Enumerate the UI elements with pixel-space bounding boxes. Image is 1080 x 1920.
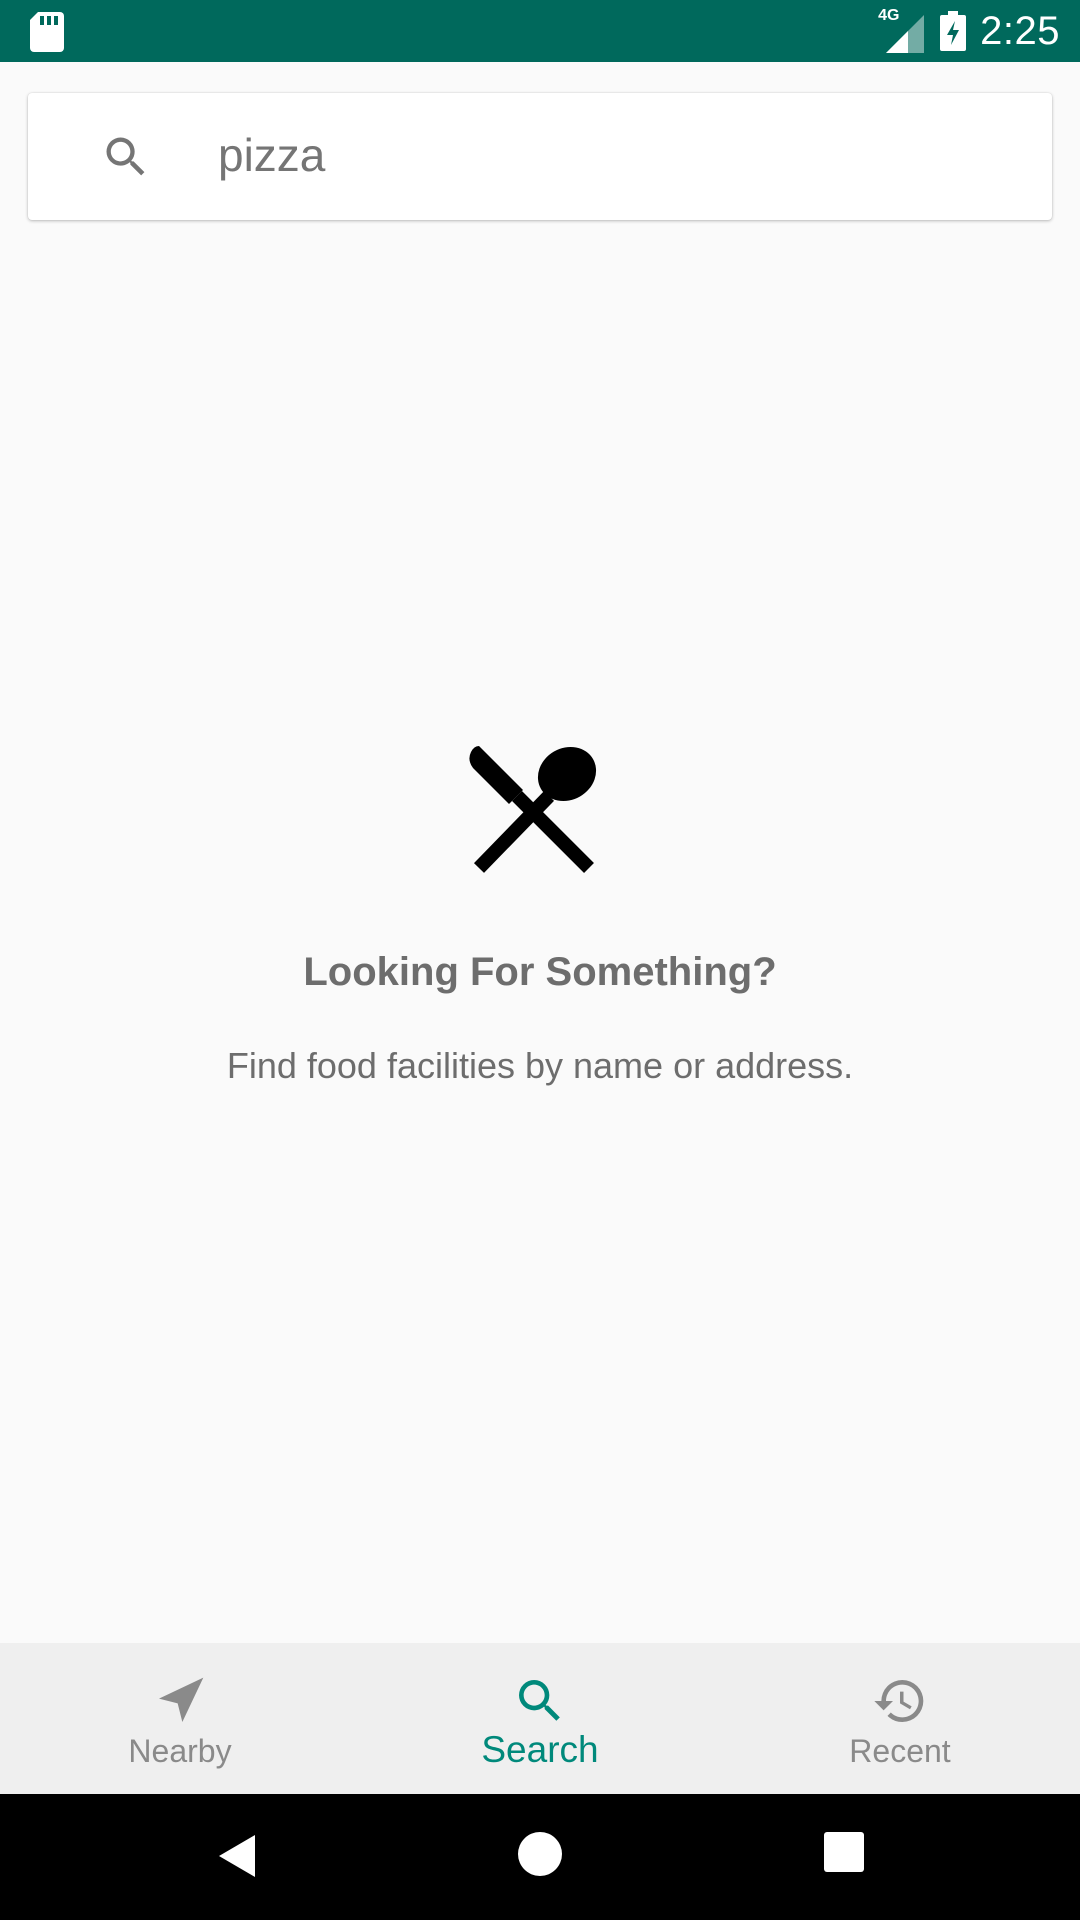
- bottom-navigation: Nearby Search Recent: [0, 1643, 1080, 1794]
- empty-state: Looking For Something? Find food facilit…: [0, 740, 1080, 1087]
- clock: 2:25: [980, 8, 1060, 53]
- history-icon: [874, 1680, 924, 1722]
- empty-state-subtitle: Find food facilities by name or address.: [226, 1045, 854, 1086]
- signal-icon: 4G: [876, 7, 926, 53]
- system-navigation-bar: [0, 1794, 1080, 1920]
- nav-item-nearby[interactable]: Nearby: [0, 1643, 360, 1794]
- status-bar: 4G 2:25: [0, 0, 1080, 62]
- nav-label-nearby: Nearby: [128, 1733, 232, 1769]
- battery-charging-icon: [940, 11, 967, 51]
- search-bar[interactable]: [28, 93, 1052, 220]
- back-icon[interactable]: [215, 1831, 259, 1881]
- empty-state-title: Looking For Something?: [303, 950, 777, 994]
- nav-label-recent: Recent: [849, 1733, 951, 1769]
- recents-icon[interactable]: [823, 1831, 865, 1873]
- nav-label-search: Search: [481, 1729, 599, 1770]
- home-icon[interactable]: [517, 1831, 563, 1877]
- search-icon: [519, 1680, 560, 1721]
- nav-item-search[interactable]: Search: [360, 1643, 720, 1794]
- restaurant-icon: [469, 746, 597, 873]
- search-icon: [106, 137, 145, 176]
- navigation-arrow-icon: [159, 1677, 204, 1722]
- nav-item-recent[interactable]: Recent: [720, 1643, 1080, 1794]
- search-input[interactable]: [218, 115, 998, 195]
- status-right: 4G 2:25: [876, 0, 1060, 62]
- sd-card-icon: [30, 12, 64, 52]
